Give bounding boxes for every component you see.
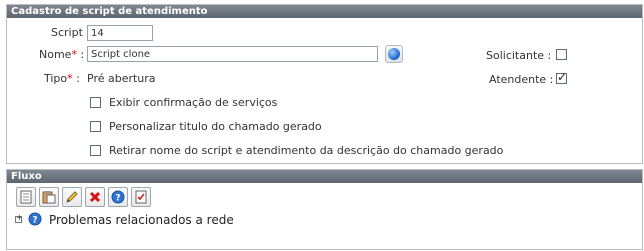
solicitante-label: Solicitante :: [486, 49, 552, 62]
form-panel-title: Cadastro de script de atendimento: [7, 5, 642, 18]
flow-panel-title: Fluxo: [7, 170, 642, 183]
option-label: Exibir confirmação de serviços: [109, 96, 278, 109]
nome-field[interactable]: [87, 46, 378, 62]
globe-translate-button[interactable]: [385, 45, 403, 63]
nome-separator: :: [80, 48, 85, 61]
option-checkbox[interactable]: [90, 97, 101, 108]
document-icon: [20, 190, 32, 204]
solicitante-checkbox[interactable]: [556, 49, 567, 60]
new-document-button[interactable]: [16, 187, 36, 207]
tipo-separator: :: [76, 72, 80, 85]
option-label: Personalizar titulo do chamado gerado: [109, 120, 322, 133]
tipo-required-mark: *: [67, 72, 73, 85]
checklist-icon: [135, 190, 147, 204]
edit-button[interactable]: [62, 187, 82, 207]
option-checkbox[interactable]: [90, 121, 101, 132]
tree-expand-symbol: +: [16, 213, 23, 222]
option-label: Retirar nome do script e atendimento da …: [109, 144, 504, 157]
help-node-icon: ?: [28, 212, 42, 226]
svg-text:?: ?: [32, 216, 37, 226]
flow-panel: Fluxo ? + ? Problemas relacionados a red…: [6, 169, 643, 250]
globe-icon: [388, 48, 400, 60]
delete-icon: [89, 191, 101, 203]
checklist-button[interactable]: [131, 187, 151, 207]
script-form-panel: Cadastro de script de atendimento Script…: [6, 4, 643, 164]
tipo-label: Tipo* :: [44, 72, 80, 85]
svg-text:?: ?: [115, 194, 120, 204]
nome-required-mark: *: [71, 48, 77, 61]
script-id-field[interactable]: [87, 25, 153, 41]
nome-label-text: Nome: [39, 48, 72, 61]
help-icon: ?: [111, 190, 125, 204]
help-button[interactable]: ?: [108, 187, 128, 207]
paste-icon: [42, 191, 56, 204]
tipo-label-text: Tipo: [44, 72, 68, 85]
paste-button[interactable]: [39, 187, 59, 207]
tipo-value: Pré abertura: [87, 72, 156, 85]
atendente-checkbox[interactable]: [556, 70, 567, 84]
delete-button[interactable]: [85, 187, 105, 207]
script-label: Script :: [51, 26, 91, 39]
atendente-label: Atendente :: [489, 73, 554, 86]
option-checkbox[interactable]: [90, 145, 101, 156]
nome-label: Nome* :: [39, 48, 84, 61]
tree-expand-toggle[interactable]: +: [15, 213, 23, 223]
tree-item-label[interactable]: Problemas relacionados a rede: [49, 213, 234, 227]
edit-pencil-icon: [66, 191, 78, 203]
